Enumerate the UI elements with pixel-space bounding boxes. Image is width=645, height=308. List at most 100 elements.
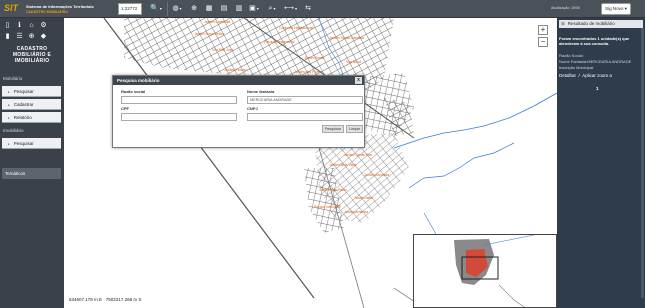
chevron-right-icon: ▸	[8, 90, 10, 94]
map-label: Jardim Itália	[354, 196, 373, 200]
print-icon[interactable]: ▤	[218, 2, 230, 16]
info-icon[interactable]: ℹ	[14, 21, 25, 31]
overview-map[interactable]	[413, 234, 557, 308]
razao-input[interactable]	[121, 96, 237, 104]
result-razao: Razão Social:	[559, 53, 584, 58]
cube-icon[interactable]: ◆	[38, 32, 49, 42]
cnpj-input[interactable]	[247, 113, 363, 121]
cpf-label: CPF	[121, 106, 129, 111]
results-count-text: Foram encontrados 1 unidade(s) que atend…	[559, 36, 630, 46]
info-tool-icon[interactable]: ◍▾	[171, 2, 183, 16]
sidebar-item-label: Relatório	[13, 115, 32, 120]
measure-icon[interactable]: ⟷▾	[284, 2, 297, 16]
document-icon[interactable]: ▯	[2, 21, 13, 31]
home-icon[interactable]: ⌂	[26, 21, 37, 31]
sidebar-item-label: Cadastrar	[13, 102, 34, 107]
map-label: Jardim Santa Rita	[344, 153, 372, 157]
add-icon[interactable]: ⊕	[26, 32, 37, 42]
share-icon[interactable]: ⇆	[302, 2, 314, 16]
map-label: Parque Industrial	[314, 205, 341, 209]
map-label: Jardim Alvorada	[364, 173, 390, 177]
sidebar-icon-bar: ▯ ℹ ⌂ ⚙ ▮ ☰ ⊕ ◆	[2, 21, 62, 43]
left-sidebar: ▯ ℹ ⌂ ⚙ ▮ ☰ ⊕ ◆ CADASTRO MOBILIÁRIO E IM…	[0, 18, 64, 308]
search-button[interactable]: Pesquisar	[322, 125, 344, 133]
overview-road	[498, 284, 525, 308]
zoom-out-button[interactable]: −	[538, 37, 548, 47]
scale-input[interactable]: 1:22772	[118, 3, 142, 15]
target-icon[interactable]: ⊕	[188, 2, 200, 16]
overview-river	[483, 234, 535, 246]
top-toolbar: SIT Sistema de Informações Territoriais …	[0, 0, 645, 18]
results-header: ⊠ Resultado de mobiliário	[559, 20, 643, 28]
close-icon[interactable]: ⊠	[561, 21, 565, 26]
overview-drawing	[454, 234, 535, 308]
sig-novo-label: Sig Novo	[605, 6, 624, 11]
sidebar-title: CADASTRO MOBILIÁRIO E IMOBILIÁRIO	[12, 46, 52, 64]
razao-label: Razão social	[121, 89, 146, 94]
sidebar-item-mob-cadastrar[interactable]: ▸ Cadastrar	[2, 99, 61, 110]
detail-link[interactable]: Detalhar	[559, 73, 576, 78]
map-canvas[interactable]: Jardim Califórnia Conjunto Habitacional …	[64, 18, 557, 308]
section-imobiliario-label: Imobiliário	[3, 128, 24, 133]
tematicos-button[interactable]: Temáticos	[2, 168, 61, 179]
list-icon[interactable]: ☰	[14, 32, 25, 42]
sidebar-item-imob-pesquisar[interactable]: ▸ Pesquisar	[2, 138, 61, 149]
result-fantasia: Nome Fantasia:MERCEARIA ANDRADE	[559, 59, 632, 64]
map-label: Parque Residencial	[264, 40, 295, 44]
map-label: Jardim Brasil	[304, 56, 325, 60]
map-label: Conjunto Habitacional	[279, 26, 314, 30]
map-label: Jardim Califórnia	[204, 20, 231, 24]
results-title: Resultado de mobiliário	[567, 21, 615, 26]
results-scrollbar[interactable]	[641, 28, 644, 298]
results-panel: ⊠ Resultado de mobiliário Foram encontrad…	[557, 18, 645, 308]
coord-y: 7502217.268 m S	[105, 297, 142, 302]
chevron-right-icon: ▸	[8, 116, 10, 120]
fantasia-label: Nome fantasia	[247, 89, 275, 94]
zoom-in-button[interactable]: +	[538, 25, 548, 35]
zoom-link[interactable]: Aplicar zoom a	[582, 73, 612, 78]
book-icon[interactable]: ▮	[2, 32, 13, 42]
grid-icon[interactable]: ▦	[203, 2, 215, 16]
clear-button[interactable]: Limpar	[346, 125, 363, 133]
last-update-text: Atualização: 15/05	[551, 6, 580, 10]
print-dropdown-icon[interactable]: ▣▾	[248, 2, 260, 16]
sig-novo-button[interactable]: Sig Novo ▾	[601, 3, 631, 15]
cpf-input[interactable]	[121, 113, 237, 121]
sidebar-item-label: Pesquisar	[13, 141, 34, 146]
map-label: Jardim Paraíso	[224, 68, 248, 72]
section-mobiliario-label: Mobiliário	[3, 76, 23, 81]
map-label: Jardim Bela Vista	[329, 163, 357, 167]
pagination-page[interactable]: 1	[596, 86, 599, 91]
map-label: Jardim São Paulo	[319, 188, 347, 192]
map-label: Jardim América	[344, 210, 369, 214]
fantasia-input[interactable]: MERCEARIA ANDRADE	[247, 96, 363, 104]
map-label: Vila Nova	[346, 60, 361, 64]
dialog-title: Pesquisa mobiliário	[117, 78, 160, 83]
sidebar-item-mob-relatorio[interactable]: ▸ Relatório	[2, 112, 61, 123]
river-main	[393, 92, 557, 149]
chevron-right-icon: ▸	[8, 103, 10, 107]
logo-title: Sistema de Informações Territoriais	[26, 4, 94, 9]
map-label: Jardim Santa Cândida	[329, 36, 364, 40]
dialog-header: Pesquisa mobiliário x	[113, 76, 364, 85]
settings-icon[interactable]: ⚙	[38, 21, 49, 31]
result-inscricao: Inscrição Municipal:	[559, 65, 595, 70]
result-actions: Detalhar / Aplicar zoom a	[559, 73, 612, 78]
sidebar-item-mob-pesquisar[interactable]: ▸ Pesquisar	[2, 86, 61, 97]
cnpj-label: CNPJ	[247, 106, 258, 111]
zoom-tool-icon[interactable]: 🔍▾	[150, 2, 162, 16]
toolbar-divider	[167, 2, 168, 16]
chevron-right-icon: ▸	[8, 142, 10, 146]
map-label: Vila São José	[212, 48, 234, 52]
coord-x: 634607.179 m E	[69, 297, 103, 302]
layers-icon[interactable]: ▥	[233, 2, 245, 16]
sit-logo: SIT Sistema de Informações Territoriais …	[4, 2, 114, 16]
sidebar-item-label: Pesquisar	[13, 89, 34, 94]
logo-subtitle: CADASTRO MOBILIÁRIO	[26, 10, 68, 14]
river-branch	[408, 142, 515, 189]
action-separator: /	[578, 73, 580, 78]
close-button[interactable]: x	[355, 77, 362, 84]
logo-mark: SIT	[4, 3, 19, 13]
map-label: Jardim Rosa Muller	[194, 32, 225, 36]
search-dropdown-icon[interactable]: ⌕▾	[266, 2, 278, 16]
